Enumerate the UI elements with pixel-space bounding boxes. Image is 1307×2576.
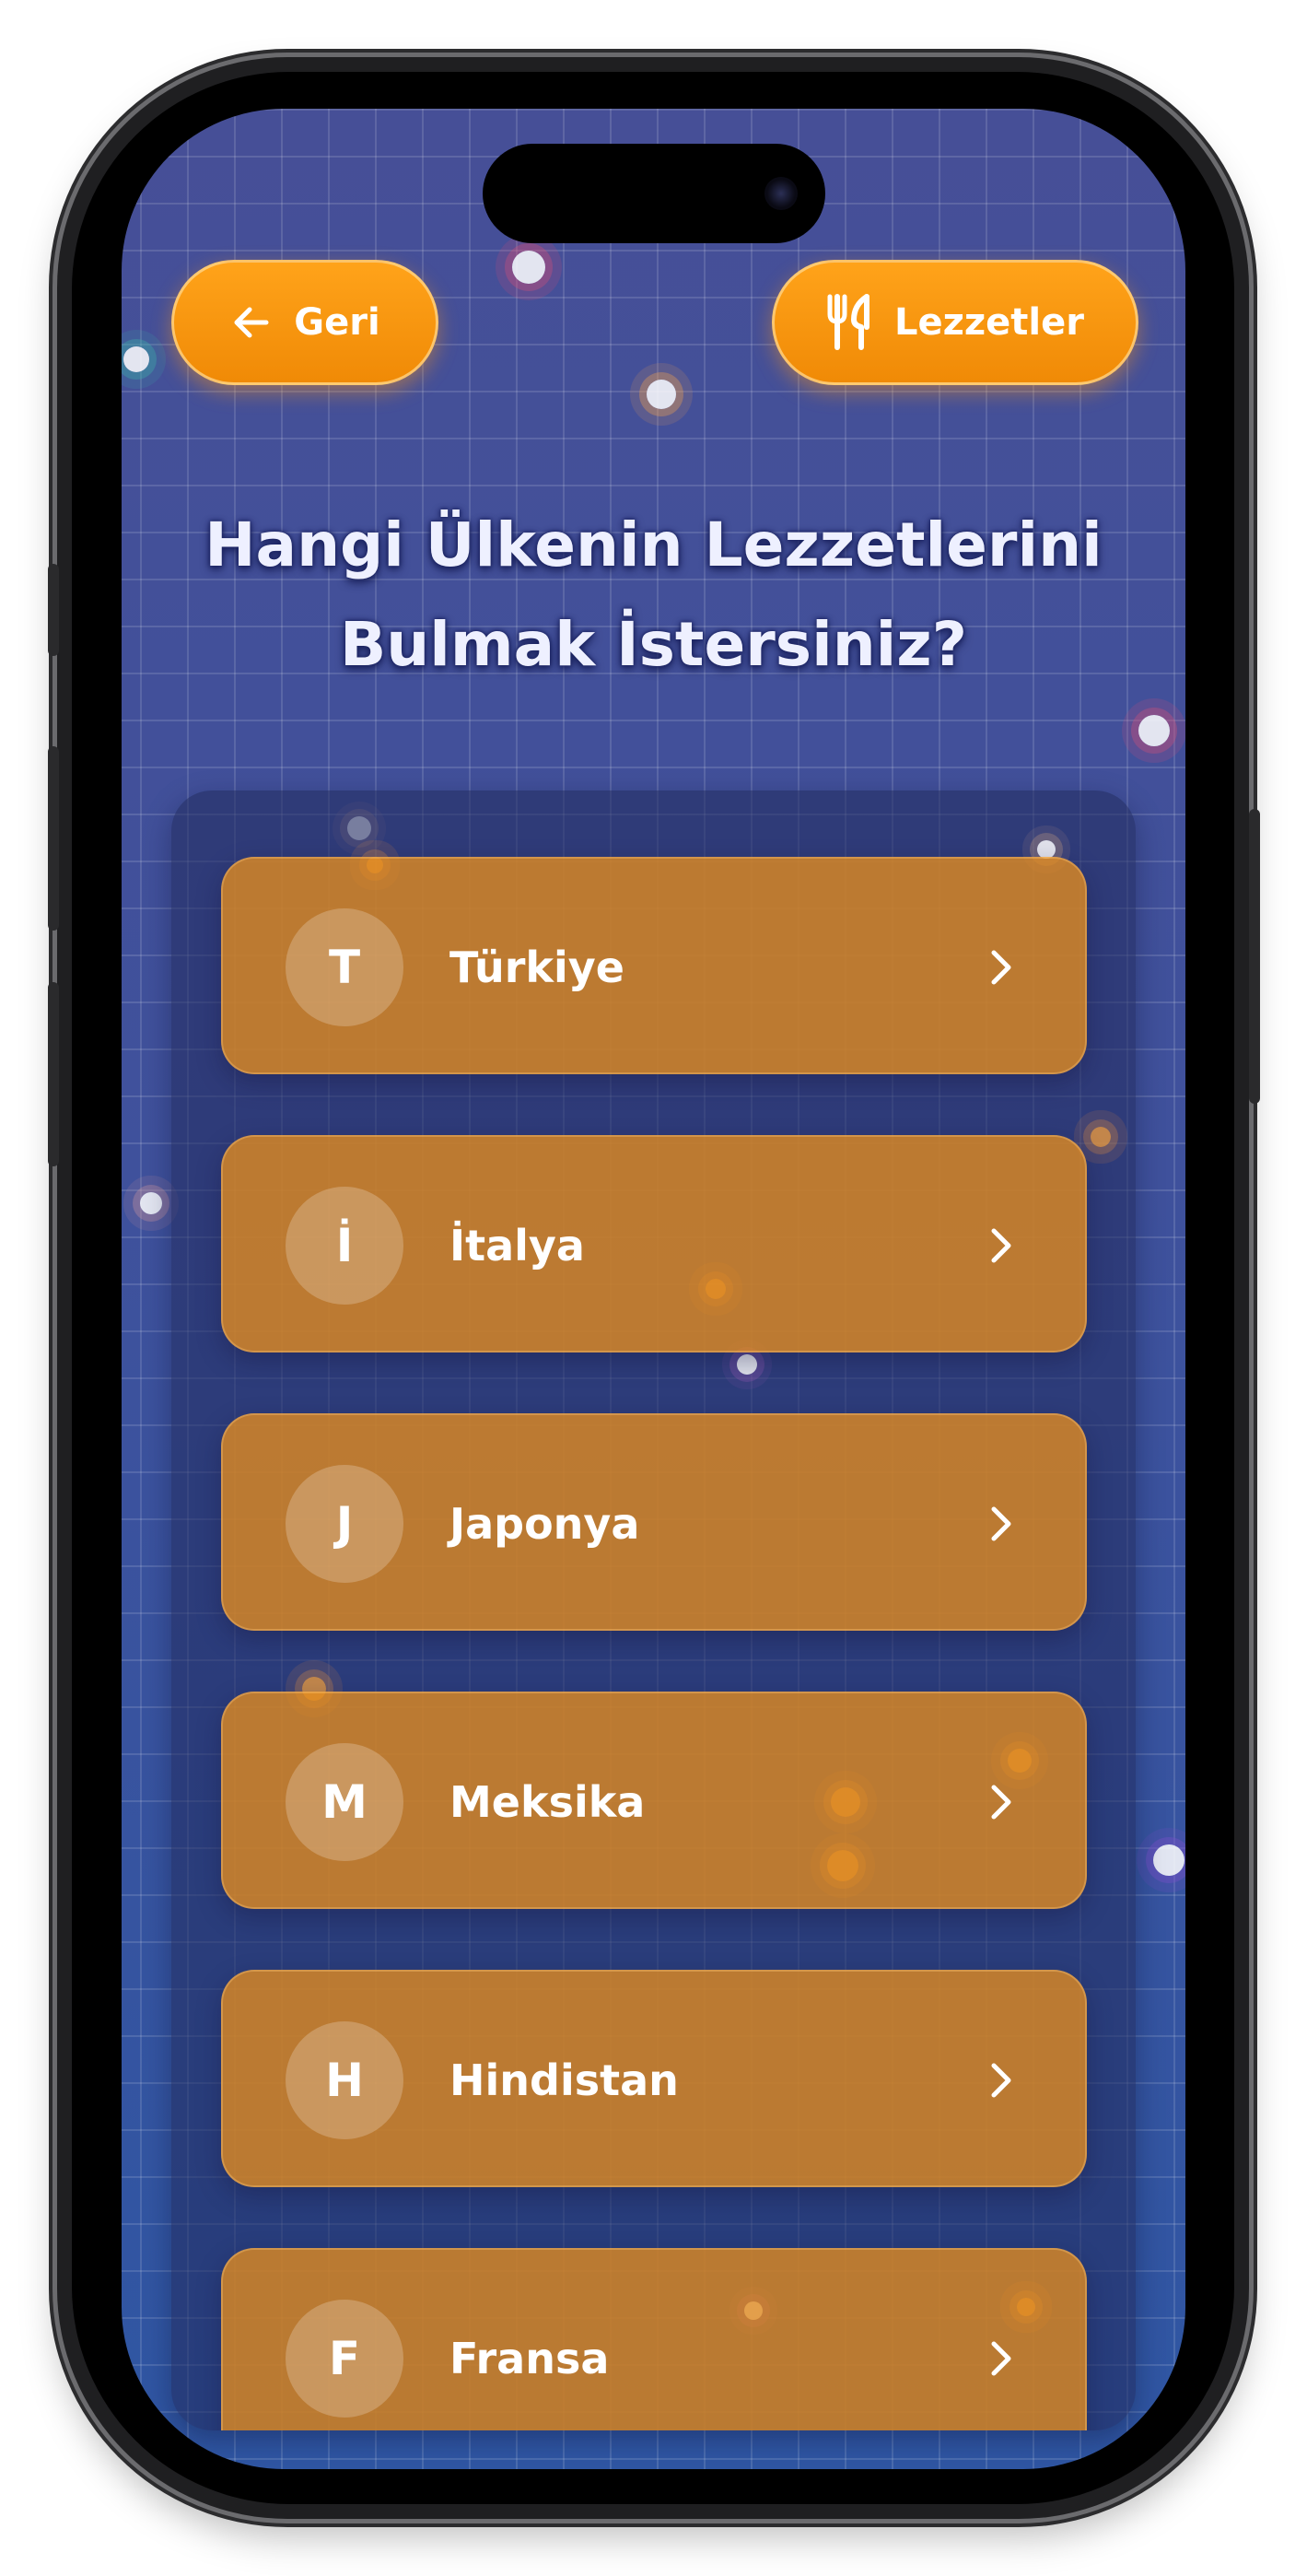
decor-dot (140, 1192, 162, 1214)
country-initial-badge: İ (286, 1187, 403, 1305)
country-item-fransa[interactable]: F Fransa (221, 2248, 1087, 2430)
country-initial-badge: H (286, 2021, 403, 2139)
decor-dot (647, 380, 676, 409)
country-item-turkiye[interactable]: T Türkiye (221, 857, 1087, 1074)
country-item-italya[interactable]: İ İtalya (221, 1135, 1087, 1352)
country-item-hindistan[interactable]: H Hindistan (221, 1970, 1087, 2187)
dishes-button-label: Lezzetler (894, 301, 1084, 344)
country-item-japonya[interactable]: J Japonya (221, 1413, 1087, 1631)
decor-dot (123, 346, 149, 372)
country-name: Japonya (449, 1499, 640, 1549)
decor-dot (737, 1354, 757, 1375)
decor-dot (512, 251, 545, 284)
country-list[interactable]: T Türkiye İ İtalya J Japonya M Meksika H… (171, 790, 1136, 2430)
country-name: Fransa (449, 2334, 610, 2383)
country-name: Hindistan (449, 2055, 679, 2105)
power-button (1249, 809, 1260, 1104)
country-name: Türkiye (449, 943, 624, 992)
chevron-right-icon (991, 1506, 1011, 1541)
volume-up-button (48, 746, 59, 931)
page-title-line-1: Hangi Ülkenin Lezzetlerini (204, 509, 1103, 580)
chevron-right-icon (991, 1785, 1011, 1820)
dishes-button[interactable]: Lezzetler (772, 260, 1138, 385)
back-button-label: Geri (294, 301, 380, 344)
country-initial-badge: T (286, 908, 403, 1026)
back-button[interactable]: Geri (171, 260, 438, 385)
volume-down-button (48, 982, 59, 1166)
country-initial-badge: M (286, 1743, 403, 1861)
app-screen: Geri Lezzetler Hangi Ülkenin Lezzetlerin… (122, 109, 1185, 2469)
decor-dot (1138, 715, 1170, 746)
decor-dot (1153, 1844, 1184, 1876)
country-name: Meksika (449, 1777, 646, 1827)
page-title-line-2: Bulmak İstersiniz? (339, 609, 967, 680)
country-initial-badge: F (286, 2300, 403, 2418)
country-initial-badge: J (286, 1465, 403, 1583)
chevron-right-icon (991, 950, 1011, 985)
chevron-right-icon (991, 2341, 1011, 2376)
country-item-meksika[interactable]: M Meksika (221, 1692, 1087, 1909)
dynamic-island (483, 144, 825, 243)
decor-dot (1091, 1127, 1111, 1147)
chevron-right-icon (991, 1228, 1011, 1263)
arrow-left-icon (234, 307, 269, 338)
country-name: İtalya (449, 1221, 585, 1270)
decor-dot (1037, 840, 1056, 859)
camera-icon (764, 177, 798, 210)
action-button (48, 564, 59, 656)
chevron-right-icon (991, 2063, 1011, 2098)
page-title: Hangi Ülkenin Lezzetlerini Bulmak İsters… (158, 496, 1149, 695)
fork-knife-icon (827, 294, 869, 350)
